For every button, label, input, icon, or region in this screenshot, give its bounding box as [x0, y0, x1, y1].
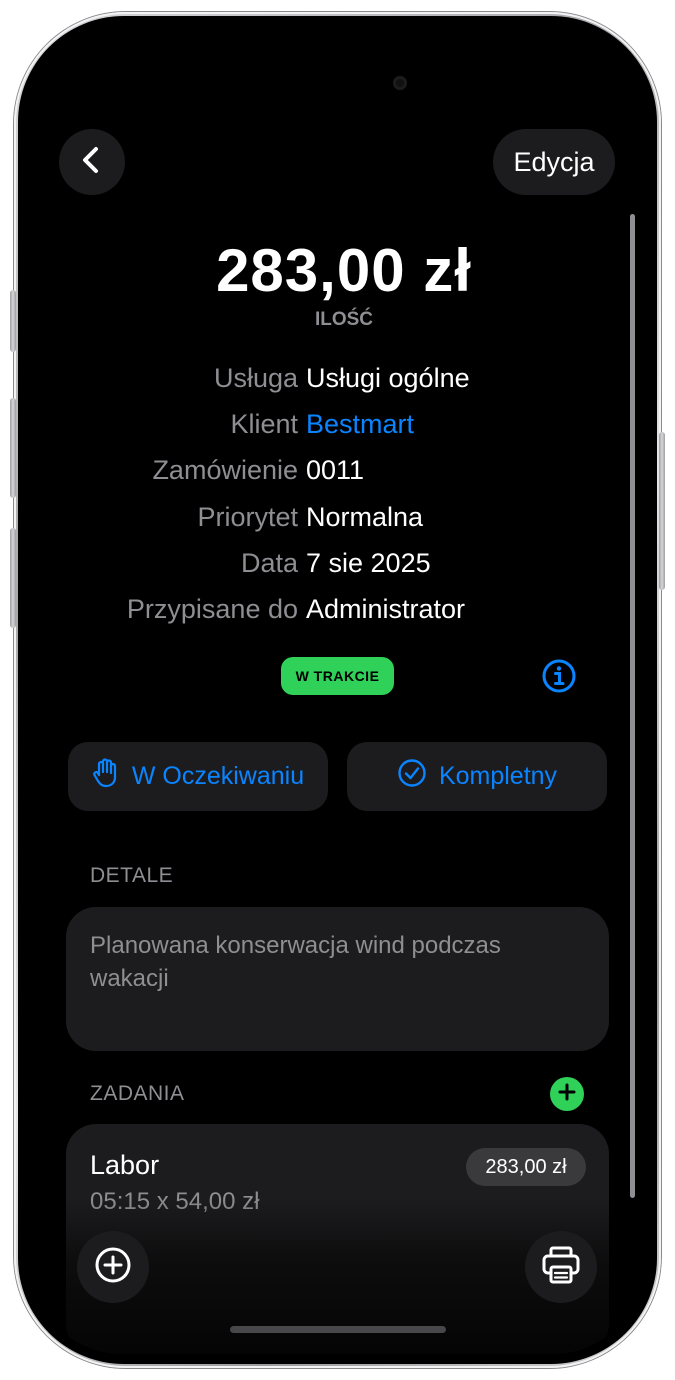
chevron-left-icon: [77, 145, 107, 180]
info-value: Normalna: [306, 502, 424, 532]
on-hold-button[interactable]: W Oczekiwaniu: [68, 742, 328, 811]
info-label: Priorytet: [197, 502, 298, 532]
info-circle-icon[interactable]: [541, 658, 577, 694]
screen: Edycja 283,00 zł ILOŚĆ Usługa Usługi ogó…: [28, 26, 647, 1354]
scrollbar[interactable]: [630, 214, 635, 1198]
total-amount: 283,00 zł: [216, 237, 472, 304]
info-row-client: Klient Bestmart: [28, 409, 647, 445]
volume-down-button: [10, 528, 16, 628]
back-button[interactable]: [59, 129, 125, 195]
home-indicator[interactable]: [230, 1326, 446, 1333]
task-subtitle: 05:15 x 54,00 zł: [90, 1188, 260, 1215]
on-hold-label: W Oczekiwaniu: [131, 762, 305, 790]
power-button: [659, 432, 665, 590]
total-amount-label: ILOŚĆ: [314, 309, 374, 330]
printer-icon: [540, 1245, 582, 1290]
info-value: 0011: [306, 455, 365, 485]
info-label: Przypisane do: [126, 594, 298, 624]
complete-button[interactable]: Kompletny: [347, 742, 607, 811]
edit-button[interactable]: Edycja: [493, 129, 615, 195]
task-title: Labor: [90, 1150, 160, 1180]
add-task-button[interactable]: [550, 1077, 584, 1111]
info-label: Data: [240, 548, 298, 578]
details-text: Planowana konserwacja wind podczas wakac…: [90, 932, 501, 992]
info-row-service: Usługa Usługi ogólne: [28, 363, 647, 399]
info-value: 7 sie 2025: [306, 548, 431, 578]
tasks-header: ZADANIA: [90, 1082, 185, 1105]
hand-icon: [92, 758, 120, 795]
task-card[interactable]: Labor 05:15 x 54,00 zł 283,00 zł: [66, 1124, 609, 1354]
action-button: [10, 290, 16, 352]
status-badge: W TRAKCIE: [281, 657, 394, 695]
info-row-order: Zamówienie 0011: [28, 455, 647, 491]
add-button[interactable]: [77, 1231, 149, 1303]
details-header: DETALE: [90, 864, 174, 887]
info-label: Zamówienie: [152, 455, 298, 485]
checkmark-circle-icon: [397, 758, 427, 795]
info-value: Administrator: [306, 594, 466, 624]
details-card[interactable]: Planowana konserwacja wind podczas wakac…: [66, 907, 609, 1051]
plus-circle-icon: [93, 1245, 133, 1290]
print-button[interactable]: [525, 1231, 597, 1303]
info-label: Usługa: [213, 363, 298, 393]
volume-up-button: [10, 398, 16, 498]
client-link[interactable]: Bestmart: [306, 409, 414, 440]
info-row-assigned: Przypisane do Administrator: [28, 594, 647, 630]
task-price: 283,00 zł: [466, 1148, 586, 1186]
info-row-priority: Priorytet Normalna: [28, 502, 647, 538]
front-camera: [393, 76, 407, 90]
info-value: Usługi ogólne: [306, 363, 470, 393]
plus-icon: [557, 1082, 577, 1107]
info-label: Klient: [230, 409, 298, 439]
info-row-date: Data 7 sie 2025: [28, 548, 647, 584]
complete-label: Kompletny: [438, 762, 558, 790]
